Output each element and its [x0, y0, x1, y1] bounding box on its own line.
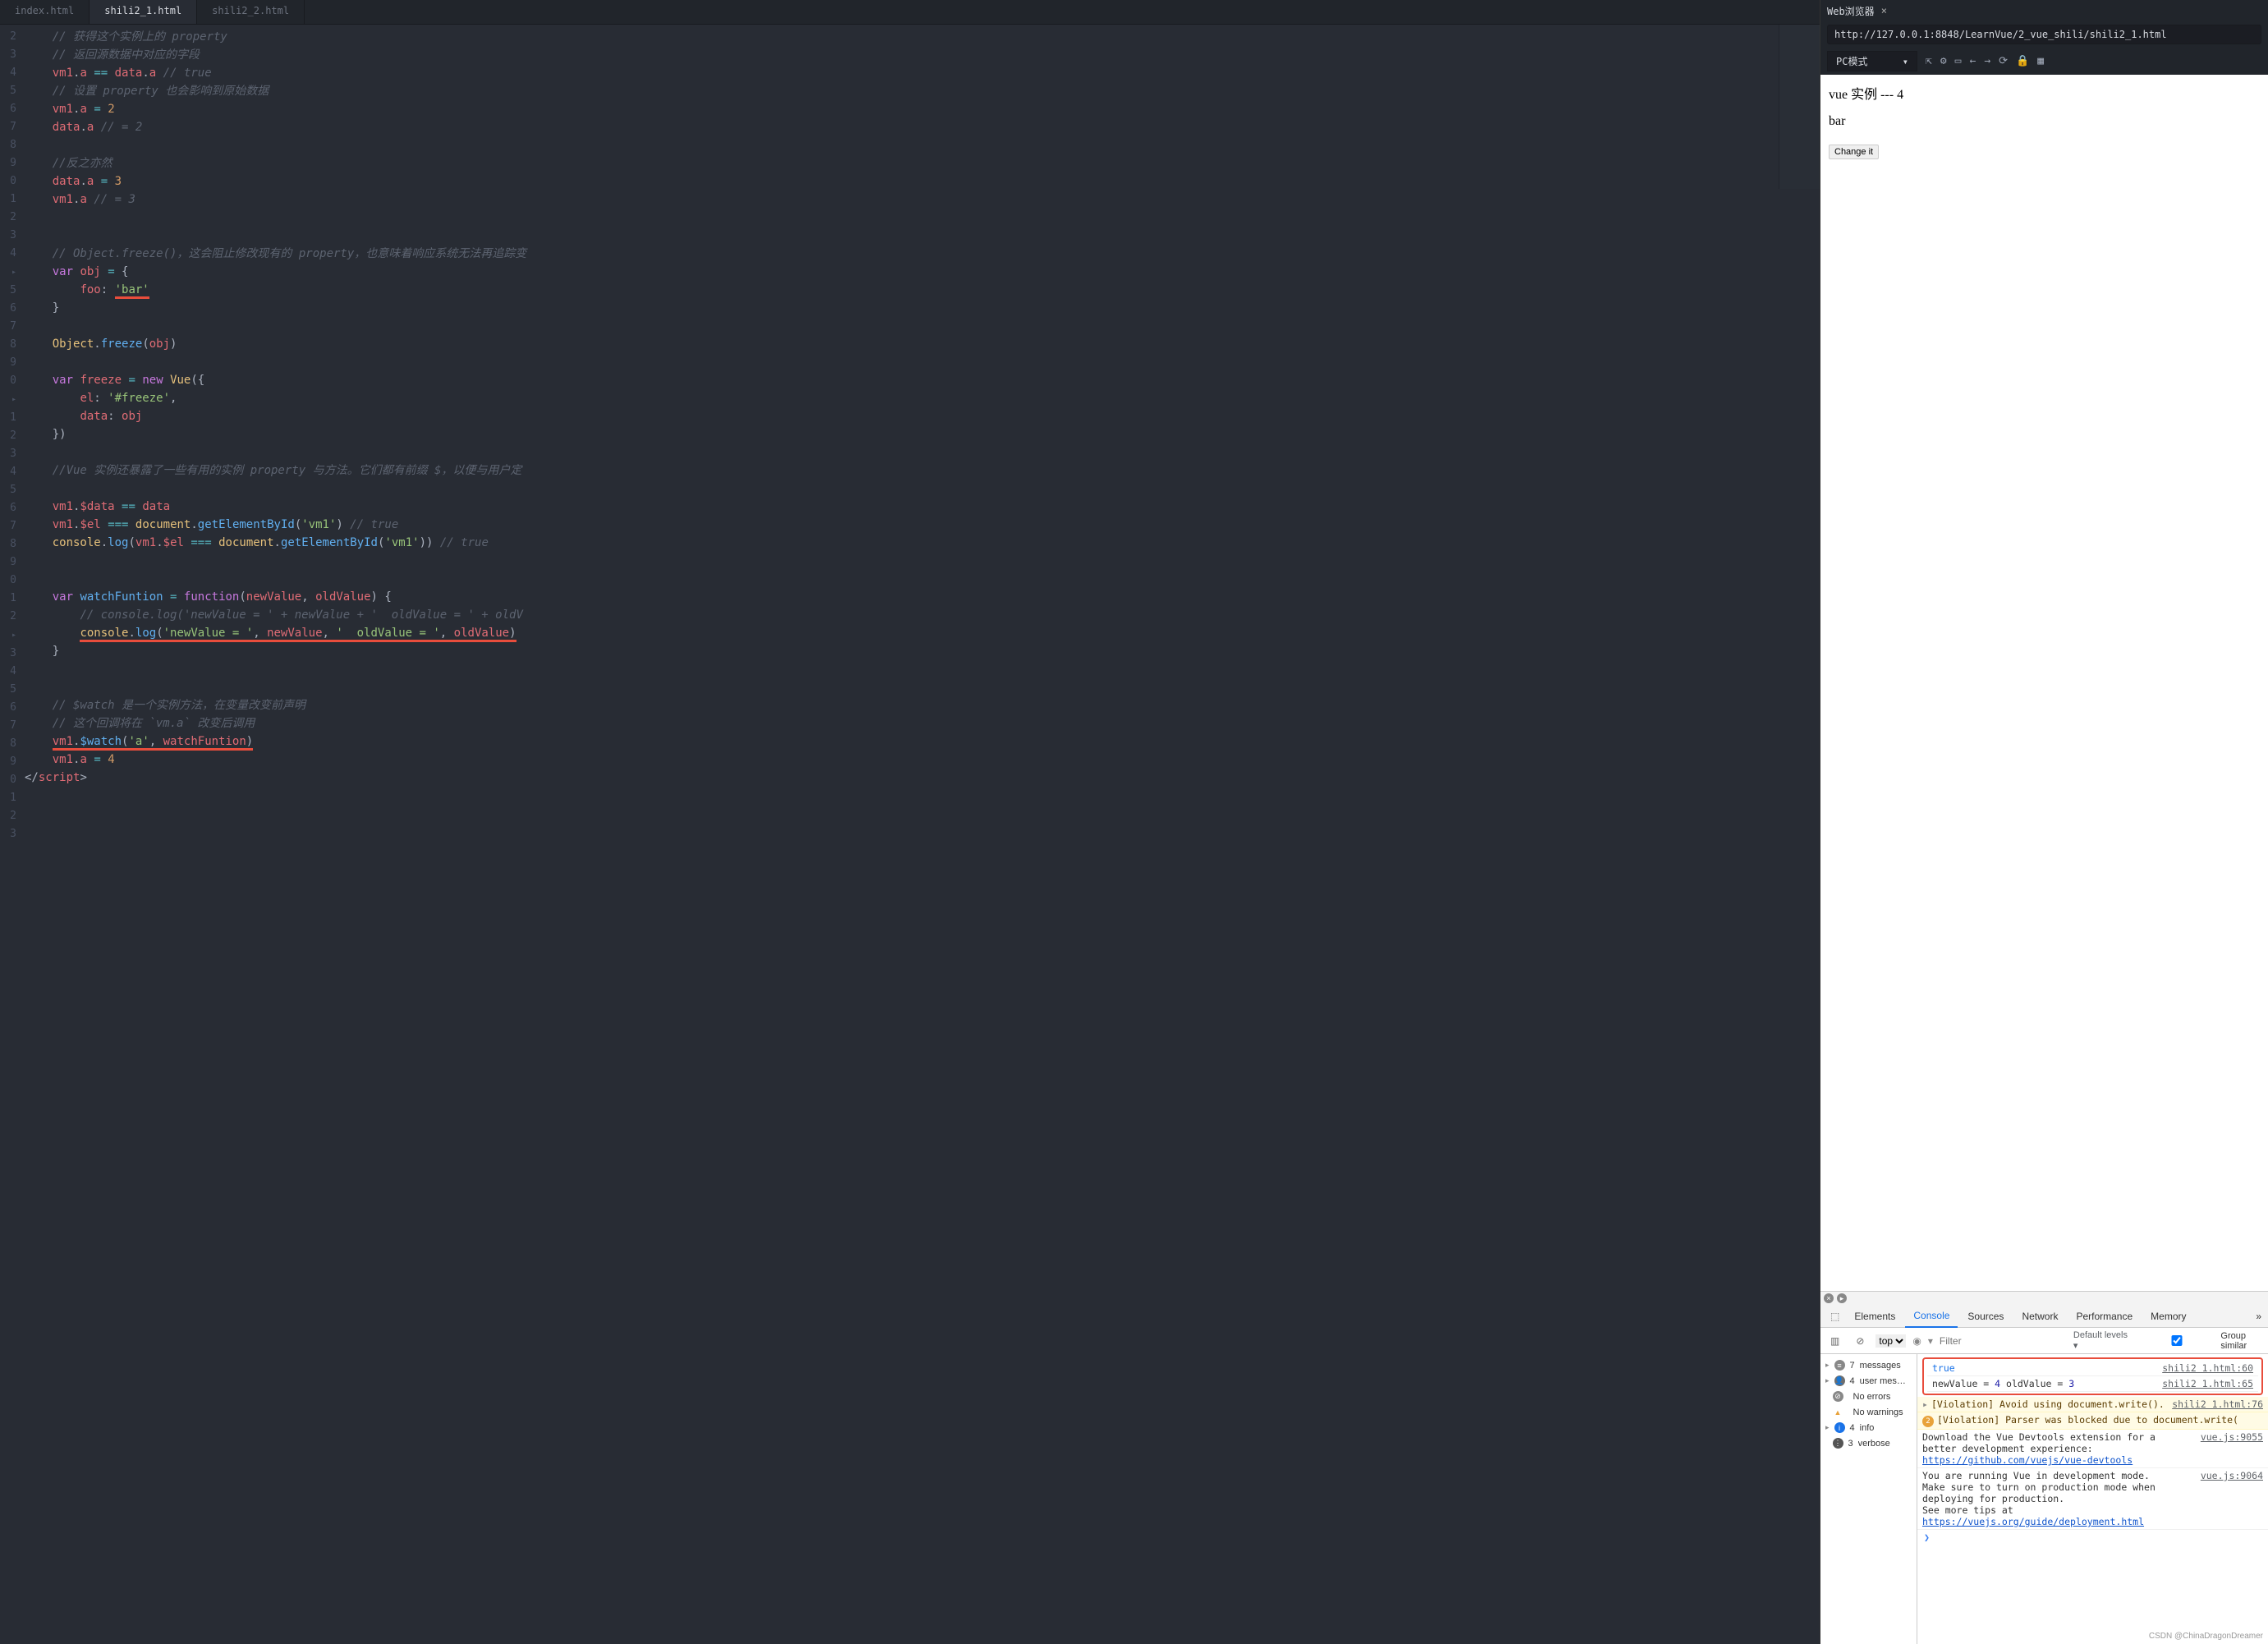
lock-icon[interactable]: 🔒: [2016, 55, 2029, 67]
levels-select[interactable]: Default levels ▾: [2073, 1330, 2130, 1351]
devtools-tab-performance[interactable]: Performance: [2068, 1306, 2141, 1327]
sidebar-verbose[interactable]: ⋮3 verbose: [1820, 1435, 1917, 1451]
eye-icon[interactable]: ◉: [1912, 1335, 1921, 1347]
qr-icon[interactable]: ▦: [2037, 55, 2044, 67]
external-link[interactable]: https://vuejs.org/guide/deployment.html: [1922, 1516, 2144, 1527]
url-row: [1820, 21, 2268, 48]
filter-input[interactable]: [1940, 1335, 2067, 1347]
source-link[interactable]: shili2 1.html:76: [2165, 1398, 2263, 1410]
preview-area: vue 实例 --- 4 bar Change it: [1820, 75, 2268, 1291]
browser-title: Web浏览器: [1827, 4, 1875, 18]
console-filterbar: ▥ ⊘ top ◉ ▾ Default levels ▾ Group simil…: [1820, 1328, 2268, 1354]
watermark: CSDN @ChinaDragonDreamer: [2149, 1632, 2263, 1641]
browser-header: Web浏览器 × PC模式 ▾ ⇱ ⚙ ▭ ← → ⟳ 🔒 ▦: [1820, 0, 2268, 75]
forward-icon[interactable]: →: [1984, 55, 1990, 67]
devtools-topbar: × ▸: [1820, 1292, 2268, 1305]
console-row: Download the Vue Devtools extension for …: [1917, 1430, 2268, 1468]
reload-icon[interactable]: ⟳: [1999, 55, 2008, 67]
editor-area: 2345678901234▸ 567890▸ 123456789012▸ 345…: [0, 25, 1820, 1644]
browser-tabrow: Web浏览器 ×: [1820, 0, 2268, 21]
console-row: 2[Violation] Parser was blocked due to d…: [1917, 1412, 2268, 1430]
chevron-down-icon: ▾: [1903, 56, 1908, 67]
editor-tab-shili2_1-html[interactable]: shili2_1.html: [90, 0, 197, 24]
sidebar-messages[interactable]: ▸≡7 messages: [1820, 1357, 1917, 1373]
devtools-body: ▸≡7 messages▸👤4 user mes… ⊘ No errors ▲ …: [1820, 1354, 2268, 1644]
sidebar-No-warnings[interactable]: ▲ No warnings: [1820, 1404, 1917, 1420]
console-sidebar: ▸≡7 messages▸👤4 user mes… ⊘ No errors ▲ …: [1820, 1354, 1917, 1644]
devtools-tab-console[interactable]: Console: [1905, 1305, 1958, 1328]
preview-text: bar: [1829, 114, 2260, 129]
sidebar-No-errors[interactable]: ⊘ No errors: [1820, 1389, 1917, 1404]
context-select[interactable]: top: [1875, 1334, 1906, 1348]
sidebar-info[interactable]: ▸i4 info: [1820, 1420, 1917, 1435]
sidebar-user-mes-[interactable]: ▸👤4 user mes…: [1820, 1373, 1917, 1389]
line-gutter: 2345678901234▸ 567890▸ 123456789012▸ 345…: [0, 25, 25, 1644]
source-link[interactable]: vue.js:9055: [2194, 1431, 2263, 1466]
devtools-tab-elements[interactable]: Elements: [1846, 1306, 1903, 1327]
mode-select[interactable]: PC模式 ▾: [1827, 51, 1917, 71]
browser-panel: Web浏览器 × PC模式 ▾ ⇱ ⚙ ▭ ← → ⟳ 🔒 ▦ vue 实例 -…: [1820, 0, 2268, 1644]
mode-label: PC模式: [1836, 54, 1867, 68]
console-row: ▸[Violation] Avoid using document.write(…: [1917, 1397, 2268, 1412]
devtools: × ▸ ⬚ ElementsConsoleSourcesNetworkPerfo…: [1820, 1291, 2268, 1644]
highlighted-console-output: trueshili2 1.html:60newValue = 4 oldValu…: [1922, 1357, 2263, 1395]
browser-toolbar: PC模式 ▾ ⇱ ⚙ ▭ ← → ⟳ 🔒 ▦: [1820, 48, 2268, 75]
close-icon[interactable]: ×: [1881, 5, 1887, 16]
dock-icon[interactable]: ▸: [1837, 1293, 1847, 1303]
console-row: You are running Vue in development mode.…: [1917, 1468, 2268, 1530]
toolbar-icons: ⇱ ⚙ ▭ ← → ⟳ 🔒 ▦: [1921, 55, 2049, 67]
source-link[interactable]: shili2 1.html:60: [2156, 1362, 2253, 1374]
change-it-button[interactable]: Change it: [1829, 145, 1879, 159]
editor-tab-index-html[interactable]: index.html: [0, 0, 90, 24]
editor-tab-shili2_2-html[interactable]: shili2_2.html: [197, 0, 305, 24]
devtools-tabs: ⬚ ElementsConsoleSourcesNetworkPerforman…: [1820, 1305, 2268, 1328]
inspect-icon[interactable]: ⬚: [1825, 1307, 1844, 1325]
devtools-tab-network[interactable]: Network: [2013, 1306, 2066, 1327]
group-similar-checkbox[interactable]: Group similar: [2136, 1331, 2263, 1351]
devtools-more-icon[interactable]: »: [2249, 1307, 2268, 1325]
preview-heading: vue 实例 --- 4: [1829, 83, 2260, 103]
clear-console-icon[interactable]: ⊘: [1851, 1332, 1869, 1350]
gear-icon[interactable]: ⚙: [1940, 55, 1947, 67]
console-prompt[interactable]: ❯: [1917, 1530, 2268, 1545]
source-link[interactable]: shili2 1.html:65: [2156, 1378, 2253, 1389]
console-output[interactable]: trueshili2 1.html:60newValue = 4 oldValu…: [1917, 1354, 2268, 1644]
devtools-tab-sources[interactable]: Sources: [1959, 1306, 2012, 1327]
editor-panel: index.htmlshili2_1.htmlshili2_2.html 234…: [0, 0, 1820, 1644]
devtools-tab-memory[interactable]: Memory: [2142, 1306, 2194, 1327]
popout-icon[interactable]: ⇱: [1926, 55, 1932, 67]
close-devtools-icon[interactable]: ×: [1824, 1293, 1834, 1303]
sidebar-toggle-icon[interactable]: ▥: [1825, 1332, 1844, 1350]
back-icon[interactable]: ←: [1969, 55, 1976, 67]
devices-icon[interactable]: ▭: [1955, 55, 1962, 67]
code-content[interactable]: // 获得这个实例上的 property // 返回源数据中对应的字段 vm1.…: [25, 25, 1820, 1644]
minimap[interactable]: [1779, 25, 1820, 189]
url-input[interactable]: [1827, 25, 2261, 44]
external-link[interactable]: https://github.com/vuejs/vue-devtools: [1922, 1454, 2133, 1466]
editor-tabs: index.htmlshili2_1.htmlshili2_2.html: [0, 0, 1820, 25]
source-link[interactable]: vue.js:9064: [2194, 1470, 2263, 1527]
